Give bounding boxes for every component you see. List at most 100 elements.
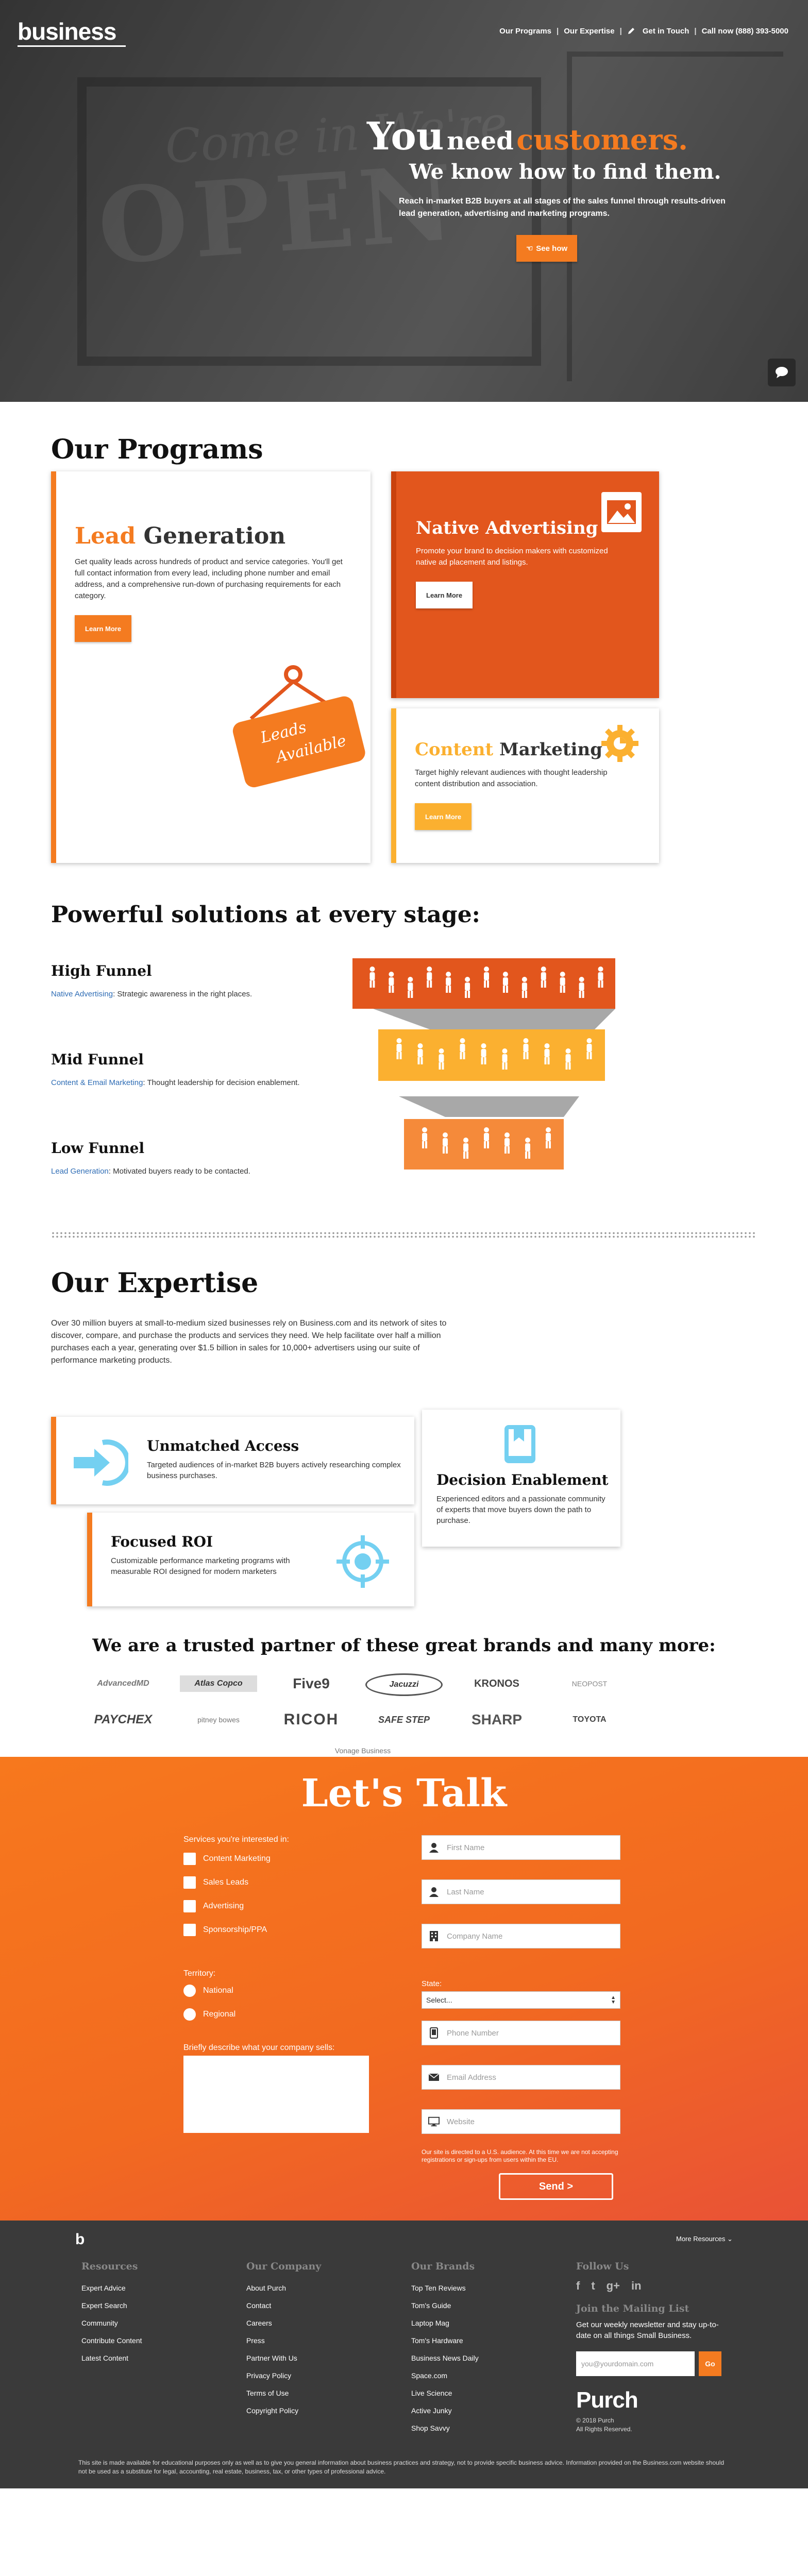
person-icon-leg	[399, 1052, 402, 1059]
facebook-icon[interactable]: f	[576, 2279, 580, 2293]
describe-textarea[interactable]	[183, 2056, 369, 2133]
person-icon	[428, 1886, 440, 1897]
person-icon	[369, 967, 375, 972]
pencil-icon	[627, 27, 637, 36]
person-icon-leg	[586, 1052, 589, 1059]
first-name-field[interactable]: First Name	[422, 1835, 620, 1860]
person-icon-body	[546, 1133, 551, 1141]
person-icon-leg	[396, 1052, 399, 1059]
person-icon-body	[460, 1044, 465, 1052]
brand-logo-paychex: PAYCHEX	[94, 1713, 153, 1726]
nav-our-programs[interactable]: Our Programs	[499, 27, 551, 36]
programs-grid: Lead Generation Get quality leads across…	[51, 471, 757, 868]
person-icon	[598, 967, 603, 972]
footer-link[interactable]: Careers	[246, 2314, 321, 2332]
footer-link[interactable]: Expert Advice	[81, 2279, 142, 2297]
send-button[interactable]: Send >	[499, 2173, 613, 2200]
footer-link[interactable]: Partner With Us	[246, 2349, 321, 2367]
stage-link[interactable]: Content & Email Marketing	[51, 1078, 143, 1087]
last-name-placeholder: Last Name	[447, 1887, 484, 1896]
footer-link[interactable]: Latest Content	[81, 2349, 142, 2367]
person-icon-leg	[579, 991, 581, 998]
linkedin-icon[interactable]: in	[631, 2279, 642, 2293]
native-learn-more-button[interactable]: Learn More	[416, 582, 473, 608]
footer-col-resources: Resources Expert Advice Expert Search Co…	[81, 2261, 142, 2367]
footer-link[interactable]: Live Science	[411, 2384, 479, 2402]
footer-link[interactable]: Tom's Guide	[411, 2297, 479, 2314]
content-learn-more-button[interactable]: Learn More	[415, 803, 472, 830]
radio-national[interactable]: National	[183, 1985, 233, 1997]
lead-generation-body: Get quality leads across hundreds of pro…	[75, 557, 343, 600]
footer-link[interactable]: Copyright Policy	[246, 2402, 321, 2419]
person-icon	[544, 1043, 550, 1048]
more-resources-toggle[interactable]: More Resources ⌄	[676, 2235, 733, 2243]
person-icon	[460, 1038, 465, 1043]
radio-regional[interactable]: Regional	[183, 2008, 235, 2021]
person-icon-leg	[521, 991, 524, 998]
logo-underline	[18, 45, 126, 47]
person-icon-body	[484, 972, 489, 980]
google-plus-icon[interactable]: g+	[607, 2279, 620, 2293]
content-marketing-card: Content Marketing Target highly relevant…	[391, 708, 659, 863]
footer-link[interactable]: Terms of Use	[246, 2384, 321, 2402]
footer-link[interactable]: Press	[246, 2332, 321, 2349]
footer-link[interactable]: About Purch	[246, 2279, 321, 2297]
stage-link[interactable]: Native Advertising	[51, 990, 113, 998]
checkbox-sales-leads[interactable]: Sales Leads	[183, 1876, 248, 1889]
checkbox-advertising[interactable]: Advertising	[183, 1900, 244, 1912]
footer-link[interactable]: Shop Savvy	[411, 2419, 479, 2437]
radio-dot[interactable]	[183, 2008, 196, 2021]
person-icon-body	[502, 977, 508, 986]
person-icon	[427, 967, 432, 972]
person-icon-leg	[544, 1057, 547, 1064]
phone-field[interactable]: Phone Number	[422, 2021, 620, 2045]
brand-logo-jacuzzi: Jacuzzi	[365, 1673, 443, 1696]
email-field[interactable]: Email Address	[422, 2065, 620, 2090]
footer-link[interactable]: Top Ten Reviews	[411, 2279, 479, 2297]
person-icon-leg	[528, 1151, 530, 1159]
footer-link[interactable]: Community	[81, 2314, 142, 2332]
site-logo[interactable]: business	[18, 18, 116, 45]
purch-logo[interactable]: Purch	[576, 2387, 731, 2413]
state-select[interactable]: Select... ▲ ▼	[422, 1991, 620, 2009]
stage-link[interactable]: Lead Generation	[51, 1167, 109, 1176]
website-field[interactable]: Website	[422, 2109, 620, 2134]
last-name-field[interactable]: Last Name	[422, 1879, 620, 1904]
checkbox-box[interactable]	[183, 1876, 196, 1889]
footer-link[interactable]: Space.com	[411, 2367, 479, 2384]
eu-disclaimer: Our site is directed to a U.S. audience.…	[422, 2148, 618, 2163]
footer-link[interactable]: Privacy Policy	[246, 2367, 321, 2384]
person-icon-body	[408, 982, 413, 991]
lead-learn-more-button[interactable]: Learn More	[75, 615, 132, 642]
checkbox-box[interactable]	[183, 1900, 196, 1912]
footer-link[interactable]: Contribute Content	[81, 2332, 142, 2349]
checkbox-content-marketing[interactable]: Content Marketing	[183, 1853, 271, 1865]
footer-link[interactable]: Active Junky	[411, 2402, 479, 2419]
mailing-go-button[interactable]: Go	[699, 2351, 721, 2376]
person-icon-leg	[598, 980, 600, 988]
footer-link[interactable]: Expert Search	[81, 2297, 142, 2314]
company-name-field[interactable]: Company Name	[422, 1924, 620, 1948]
checkbox-sponsorship[interactable]: Sponsorship/PPA	[183, 1924, 267, 1936]
book-icon	[504, 1425, 535, 1463]
see-how-button[interactable]: ☜ See how	[516, 235, 577, 262]
footer-link[interactable]: Business News Daily	[411, 2349, 479, 2367]
chat-button[interactable]	[768, 359, 796, 386]
nav-call-now[interactable]: Call now (888) 393-5000	[702, 27, 788, 36]
person-icon-leg	[427, 980, 429, 988]
footer-link[interactable]: Contact	[246, 2297, 321, 2314]
nav-our-expertise[interactable]: Our Expertise	[564, 27, 614, 36]
footer-link[interactable]: Laptop Mag	[411, 2314, 479, 2332]
expertise-title: Our Expertise	[51, 1267, 259, 1299]
person-icon-leg	[563, 986, 565, 993]
mailing-email-input[interactable]: you@yourdomain.com	[576, 2351, 695, 2376]
checkbox-box[interactable]	[183, 1853, 196, 1865]
footer-link[interactable]: Tom's Hardware	[411, 2332, 479, 2349]
brand-logo-pitney-bowes: pitney bowes	[197, 1716, 240, 1724]
radio-dot[interactable]	[183, 1985, 196, 1997]
twitter-icon[interactable]: t	[591, 2279, 595, 2293]
nav-get-in-touch[interactable]: Get in Touch	[643, 27, 689, 36]
person-icon	[523, 1038, 529, 1043]
footer-logo[interactable]: b	[75, 2231, 88, 2248]
checkbox-box[interactable]	[183, 1924, 196, 1936]
